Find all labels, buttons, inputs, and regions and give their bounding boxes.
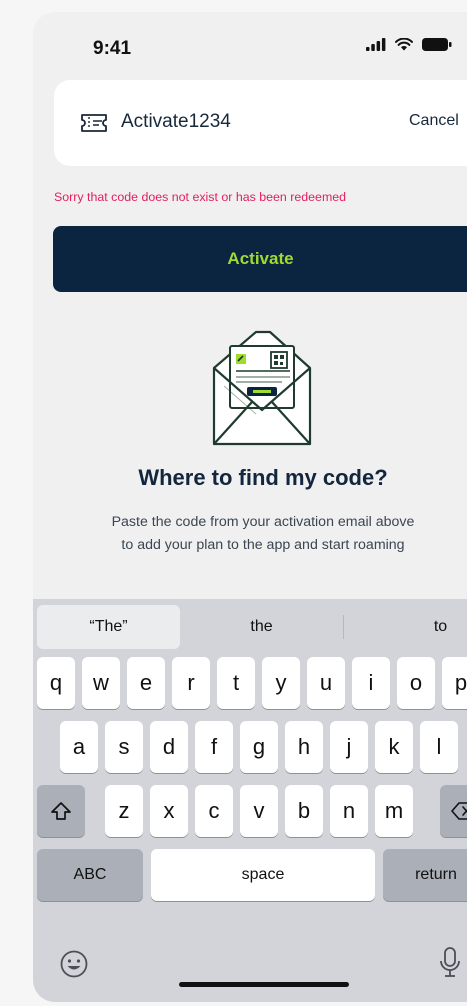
suggestion-1[interactable]: “The” — [37, 605, 180, 649]
activate-button-label: Activate — [227, 249, 294, 268]
email-envelope-illustration — [212, 330, 312, 446]
key-t[interactable]: t — [217, 657, 255, 709]
shift-key[interactable] — [37, 785, 85, 837]
ticket-icon — [81, 114, 107, 132]
key-i[interactable]: i — [352, 657, 390, 709]
keyboard: “The” the to q w e r t y u i o p a s d f… — [33, 599, 467, 1002]
key-y[interactable]: y — [262, 657, 300, 709]
suggestion-2[interactable]: the — [180, 605, 343, 649]
key-a[interactable]: a — [60, 721, 98, 773]
space-key[interactable]: space — [151, 849, 375, 901]
key-l[interactable]: l — [420, 721, 458, 773]
key-g[interactable]: g — [240, 721, 278, 773]
key-c[interactable]: c — [195, 785, 233, 837]
key-j[interactable]: j — [330, 721, 368, 773]
microphone-icon[interactable] — [438, 946, 462, 980]
key-v[interactable]: v — [240, 785, 278, 837]
key-w[interactable]: w — [82, 657, 120, 709]
suggestion-3[interactable]: to — [353, 605, 467, 649]
key-s[interactable]: s — [105, 721, 143, 773]
emoji-icon[interactable] — [59, 949, 89, 979]
key-d[interactable]: d — [150, 721, 188, 773]
status-time: 9:41 — [93, 38, 132, 59]
key-z[interactable]: z — [105, 785, 143, 837]
help-title: Where to find my code? — [138, 465, 388, 490]
home-indicator — [179, 982, 349, 987]
wifi-icon — [395, 38, 413, 51]
key-b[interactable]: b — [285, 785, 323, 837]
key-p[interactable]: p — [442, 657, 467, 709]
code-input-card[interactable]: Activate1234 Cancel — [54, 80, 467, 166]
delete-key[interactable] — [440, 785, 467, 837]
key-h[interactable]: h — [285, 721, 323, 773]
help-line-1: Paste the code from your activation emai… — [111, 514, 415, 530]
key-q[interactable]: q — [37, 657, 75, 709]
error-message: Sorry that code does not exist or has be… — [54, 190, 347, 204]
code-input-value[interactable]: Activate1234 — [121, 111, 231, 133]
key-f[interactable]: f — [195, 721, 233, 773]
help-line-2: to add your plan to the app and start ro… — [121, 537, 405, 553]
key-k[interactable]: k — [375, 721, 413, 773]
suggestion-divider — [343, 615, 344, 639]
shift-icon — [51, 802, 71, 820]
signal-icon — [366, 38, 386, 51]
cancel-button[interactable]: Cancel — [409, 112, 459, 130]
battery-icon — [422, 38, 452, 51]
key-o[interactable]: o — [397, 657, 435, 709]
activate-button[interactable]: Activate — [53, 226, 467, 292]
status-bar: 9:41 — [33, 12, 467, 82]
phone-screen: 9:41 Activate1234 Cancel Sorry that code… — [33, 12, 467, 1002]
help-description: Paste the code from your activation emai… — [33, 511, 467, 557]
key-m[interactable]: m — [375, 785, 413, 837]
return-key[interactable]: return — [383, 849, 467, 901]
key-e[interactable]: e — [127, 657, 165, 709]
backspace-icon — [451, 802, 467, 820]
key-x[interactable]: x — [150, 785, 188, 837]
key-r[interactable]: r — [172, 657, 210, 709]
key-n[interactable]: n — [330, 785, 368, 837]
status-icons — [366, 38, 452, 51]
key-u[interactable]: u — [307, 657, 345, 709]
abc-key[interactable]: ABC — [37, 849, 143, 901]
